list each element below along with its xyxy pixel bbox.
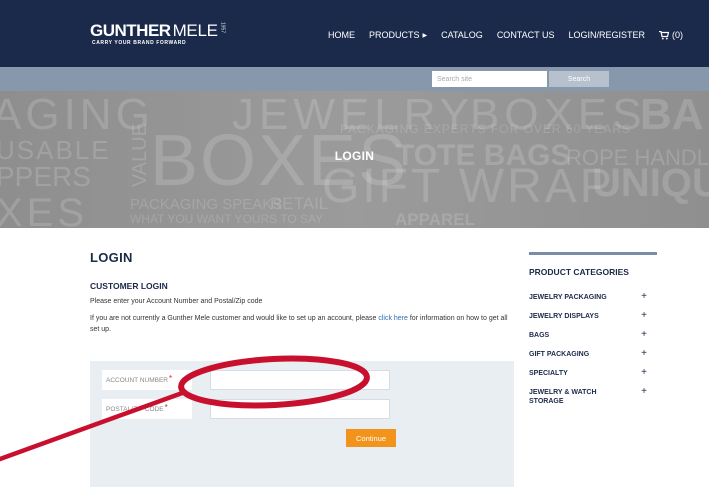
postal-zip-label: POSTAL/ZIP CODE * [102, 399, 192, 419]
category-item[interactable]: GIFT PACKAGING + [529, 349, 657, 359]
plus-icon[interactable]: + [641, 311, 647, 321]
login-content: LOGIN CUSTOMER LOGIN Please enter your A… [90, 250, 515, 335]
category-item[interactable]: JEWELRY DISPLAYS + [529, 311, 657, 321]
product-categories-sidebar: PRODUCT CATEGORIES JEWELRY PACKAGING + J… [529, 252, 657, 416]
search-button[interactable]: Search [549, 71, 609, 87]
hero-bg-word: BA [640, 91, 704, 139]
plus-icon[interactable]: + [641, 349, 647, 359]
search-input[interactable]: Search site [432, 71, 547, 87]
hero-bg-word: UNIQU [592, 161, 709, 205]
search-bar: Search site Search [0, 67, 709, 91]
account-setup-info: If you are not currently a Gunther Mele … [90, 313, 515, 335]
hero-bg-word: RETAIL [270, 194, 329, 213]
main-nav: HOME PRODUCTS ▶ CATALOG CONTACT US LOGIN… [328, 30, 683, 40]
hero-bg-word: APPAREL [395, 210, 475, 228]
cart-count: (0) [672, 30, 683, 40]
site-header: GUNTHER MELE 1957 CARRY YOUR BRAND FORWA… [0, 0, 709, 67]
category-item[interactable]: BAGS + [529, 330, 657, 340]
caret-right-icon: ▶ [422, 32, 428, 39]
hero-bg-word: PPERS [0, 161, 91, 192]
continue-button[interactable]: Continue [346, 429, 396, 447]
brand-logo[interactable]: GUNTHER MELE 1957 CARRY YOUR BRAND FORWA… [90, 21, 226, 46]
nav-cart[interactable]: (0) [659, 30, 683, 40]
hero-bg-word: XES [0, 191, 89, 228]
page-title: LOGIN [90, 250, 133, 265]
login-form: ACCOUNT NUMBER * POSTAL/ZIP CODE * Continu… [90, 361, 514, 487]
sidebar-title: PRODUCT CATEGORIES [529, 267, 629, 277]
required-asterisk: * [169, 373, 173, 383]
logo-word-mele: MELE [172, 21, 218, 40]
plus-icon[interactable]: + [641, 292, 647, 302]
nav-products-label: PRODUCTS [368, 30, 420, 40]
category-label[interactable]: BAGS [529, 331, 629, 340]
category-list: JEWELRY PACKAGING + JEWELRY DISPLAYS + B… [529, 292, 657, 406]
cart-icon [659, 30, 669, 39]
hero-bg-word: PACKAGING SPEAKS [130, 196, 283, 213]
hero-bg-word: PACKAGING EXPERTS FOR OVER 60 YEARS [340, 122, 632, 136]
info-text-prefix: If you are not currently a Gunther Mele … [90, 315, 379, 322]
category-label[interactable]: JEWELRY DISPLAYS [529, 312, 629, 321]
plus-icon[interactable]: + [641, 387, 647, 397]
account-number-label-text: ACCOUNT NUMBER [106, 376, 168, 384]
postal-zip-input[interactable] [210, 399, 390, 419]
category-label[interactable]: GIFT PACKAGING [529, 350, 629, 359]
hero-title: LOGIN [334, 149, 375, 163]
hero-bg-word: WHAT YOU WANT YOURS TO SAY [130, 212, 324, 226]
category-label[interactable]: SPECIALTY [529, 369, 629, 378]
category-label[interactable]: JEWELRY & WATCH STORAGE [529, 388, 629, 406]
plus-icon[interactable]: + [641, 368, 647, 378]
category-item[interactable]: JEWELRY & WATCH STORAGE + [529, 387, 657, 406]
category-label[interactable]: JEWELRY PACKAGING [529, 293, 629, 302]
logo-tagline: CARRY YOUR BRAND FORWARD [92, 40, 187, 46]
hero-bg-word: GIFT WRAP [322, 160, 615, 213]
postal-zip-label-text: POSTAL/ZIP CODE [106, 405, 164, 413]
category-item[interactable]: JEWELRY PACKAGING + [529, 292, 657, 302]
customer-login-heading: CUSTOMER LOGIN [90, 281, 168, 291]
nav-contact[interactable]: CONTACT US [497, 30, 555, 40]
nav-home[interactable]: HOME [328, 30, 355, 40]
click-here-link[interactable]: click here [378, 315, 408, 322]
logo-word-gunther: GUNTHER [90, 21, 171, 40]
hero-banner: AGING JEWELRY BOXES BA USABLE BOXES PACK… [0, 91, 709, 228]
nav-products[interactable]: PRODUCTS ▶ [369, 30, 427, 40]
account-number-label: ACCOUNT NUMBER * [102, 370, 192, 390]
account-number-input[interactable] [210, 370, 390, 390]
logo-year: 1957 [219, 22, 226, 34]
category-item[interactable]: SPECIALTY + [529, 368, 657, 378]
plus-icon[interactable]: + [641, 330, 647, 340]
login-instruction: Please enter your Account Number and Pos… [90, 298, 263, 305]
nav-catalog[interactable]: CATALOG [441, 30, 483, 40]
nav-login-register[interactable]: LOGIN/REGISTER [568, 30, 645, 40]
required-asterisk: * [164, 402, 168, 412]
